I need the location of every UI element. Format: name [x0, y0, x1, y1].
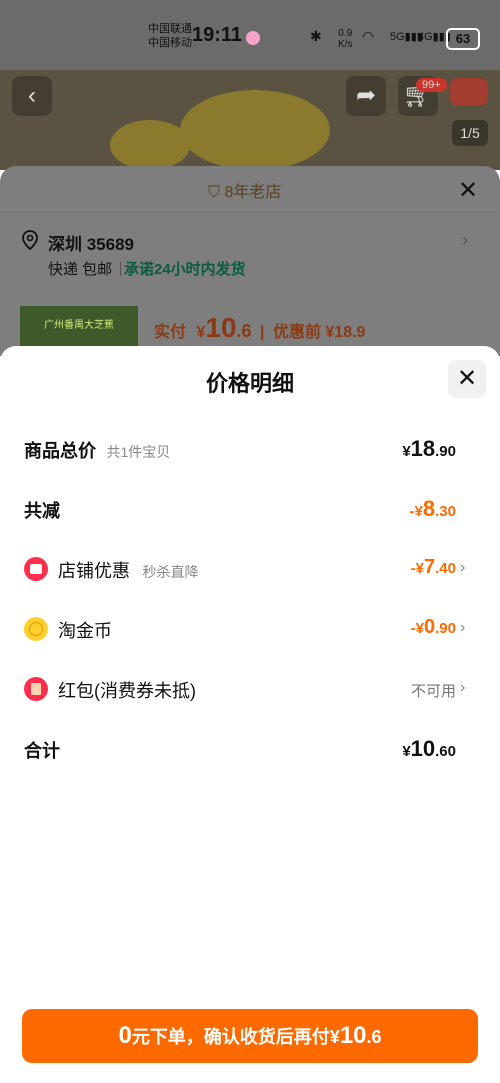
speed-value: 0.9 [338, 28, 353, 39]
clock: 19:11 [192, 24, 243, 46]
amount-currency: ¥ [402, 443, 411, 460]
row-total-discount: 共减 [24, 497, 60, 523]
row-coins[interactable]: 淘金币 [58, 617, 112, 643]
coin-icon [24, 617, 48, 641]
row-shop-discount[interactable]: 店铺优惠 秒杀直降 [58, 557, 198, 583]
wifi-icon: ◠ [362, 28, 375, 44]
back-button[interactable]: ‹ [12, 76, 52, 116]
order-button-text: 元下单，确认收货后再付 [131, 1027, 330, 1047]
amount-coins[interactable]: -¥0.90 [411, 616, 456, 639]
close-shipping-icon[interactable]: ✕ [458, 176, 478, 205]
order-prepay-amount: 0 [118, 1022, 132, 1049]
row-sublabel: 秒杀直降 [142, 564, 199, 580]
carrier-2: 中国移动 [148, 37, 192, 49]
amount-grand-total: ¥10.60 [402, 736, 456, 762]
amount-dec: .90 [435, 443, 456, 460]
row-label: 共减 [24, 501, 60, 521]
banana-image-shape [110, 120, 190, 170]
red-packet-status[interactable]: 不可用 [411, 680, 456, 701]
shop-icon [24, 557, 48, 581]
bluetooth-icon: ✱ [310, 28, 322, 44]
product-thumbnail: 广州番禺大芝蕉 [20, 306, 138, 346]
row-label: 红包(消费券未抵) [58, 681, 196, 701]
amount-int: 18 [410, 436, 436, 461]
amount-total-goods: ¥18.90 [402, 436, 456, 462]
delivery-method: 快递 包邮 [48, 261, 113, 278]
image-pager: 1/5 [452, 120, 488, 146]
amount-shop-discount[interactable]: -¥7.40 [411, 556, 456, 579]
separator: | [260, 324, 265, 341]
chevron-right-icon[interactable]: › [460, 679, 465, 697]
sheet-title: 价格明细 [205, 371, 294, 396]
chevron-right-icon[interactable]: › [462, 230, 468, 251]
row-grand-total: 合计 [24, 737, 60, 763]
amount-currency: -¥ [409, 503, 423, 520]
row-sublabel: 共1件宝贝 [106, 444, 171, 460]
row-total-goods: 商品总价 共1件宝贝 [24, 437, 170, 463]
row-red-packet[interactable]: 红包(消费券未抵) [58, 677, 196, 703]
network-speed: 0.9 K/s [338, 28, 352, 50]
shipping-city[interactable]: 深圳 35689 [48, 230, 134, 255]
speed-unit: K/s [338, 39, 353, 50]
before-price: ¥18.9 [325, 324, 366, 341]
amount-dec: .90 [435, 620, 456, 637]
row-label: 商品总价 [24, 441, 96, 461]
banana-image-shape [180, 90, 330, 170]
order-dec: .6 [366, 1027, 382, 1047]
before-label: 优惠前 [272, 324, 321, 341]
red-packet-icon [24, 677, 48, 701]
notification-dot-icon [246, 31, 260, 45]
amount-currency: -¥ [410, 560, 425, 577]
place-order-button[interactable]: 0元下单，确认收货后再付¥10.6 [22, 1009, 478, 1063]
chevron-right-icon[interactable]: › [460, 559, 465, 577]
shop-age-text: 8年老店 [224, 184, 282, 201]
order-int: 10 [339, 1022, 367, 1049]
shipping-promise: 承诺24小时内发货 [124, 261, 246, 278]
chevron-right-icon[interactable]: › [460, 619, 465, 637]
amount-int: 7 [424, 556, 436, 578]
share-button[interactable]: ➦ [346, 76, 386, 116]
amount-total-discount: -¥8.30 [410, 496, 456, 522]
amount-dec: .40 [435, 560, 456, 577]
amount-dec: .60 [435, 743, 456, 760]
carrier-labels: 中国联通 中国移动 [148, 22, 192, 50]
paid-int: 10 [205, 312, 237, 343]
amount-int: 8 [422, 496, 436, 521]
separator [120, 262, 121, 276]
close-icon[interactable]: ✕ [448, 360, 486, 398]
row-label: 店铺优惠 [58, 561, 130, 581]
amount-int: 0 [424, 616, 436, 638]
shield-icon: ⛉ [208, 184, 221, 201]
amount-currency: ¥ [402, 743, 411, 760]
divider [0, 212, 500, 213]
shop-age-badge: ⛉ 8年老店 [208, 178, 281, 202]
amount-currency: -¥ [410, 620, 425, 637]
amount-int: 10 [410, 736, 436, 761]
paid-dec: .6 [236, 321, 252, 341]
cart-count-badge: 99+ [416, 78, 447, 92]
carrier-1: 中国联通 [148, 23, 192, 35]
location-pin-icon [22, 230, 38, 250]
order-currency: ¥ [329, 1027, 340, 1047]
more-button[interactable] [450, 78, 488, 106]
battery-indicator: 63 [446, 28, 480, 50]
row-label: 淘金币 [58, 621, 112, 641]
paid-price-row: 实付 ¥10.6 | 优惠前 ¥18.9 [154, 312, 365, 344]
row-label: 合计 [24, 741, 60, 761]
paid-label: 实付 [154, 324, 187, 341]
amount-dec: .30 [435, 503, 456, 520]
